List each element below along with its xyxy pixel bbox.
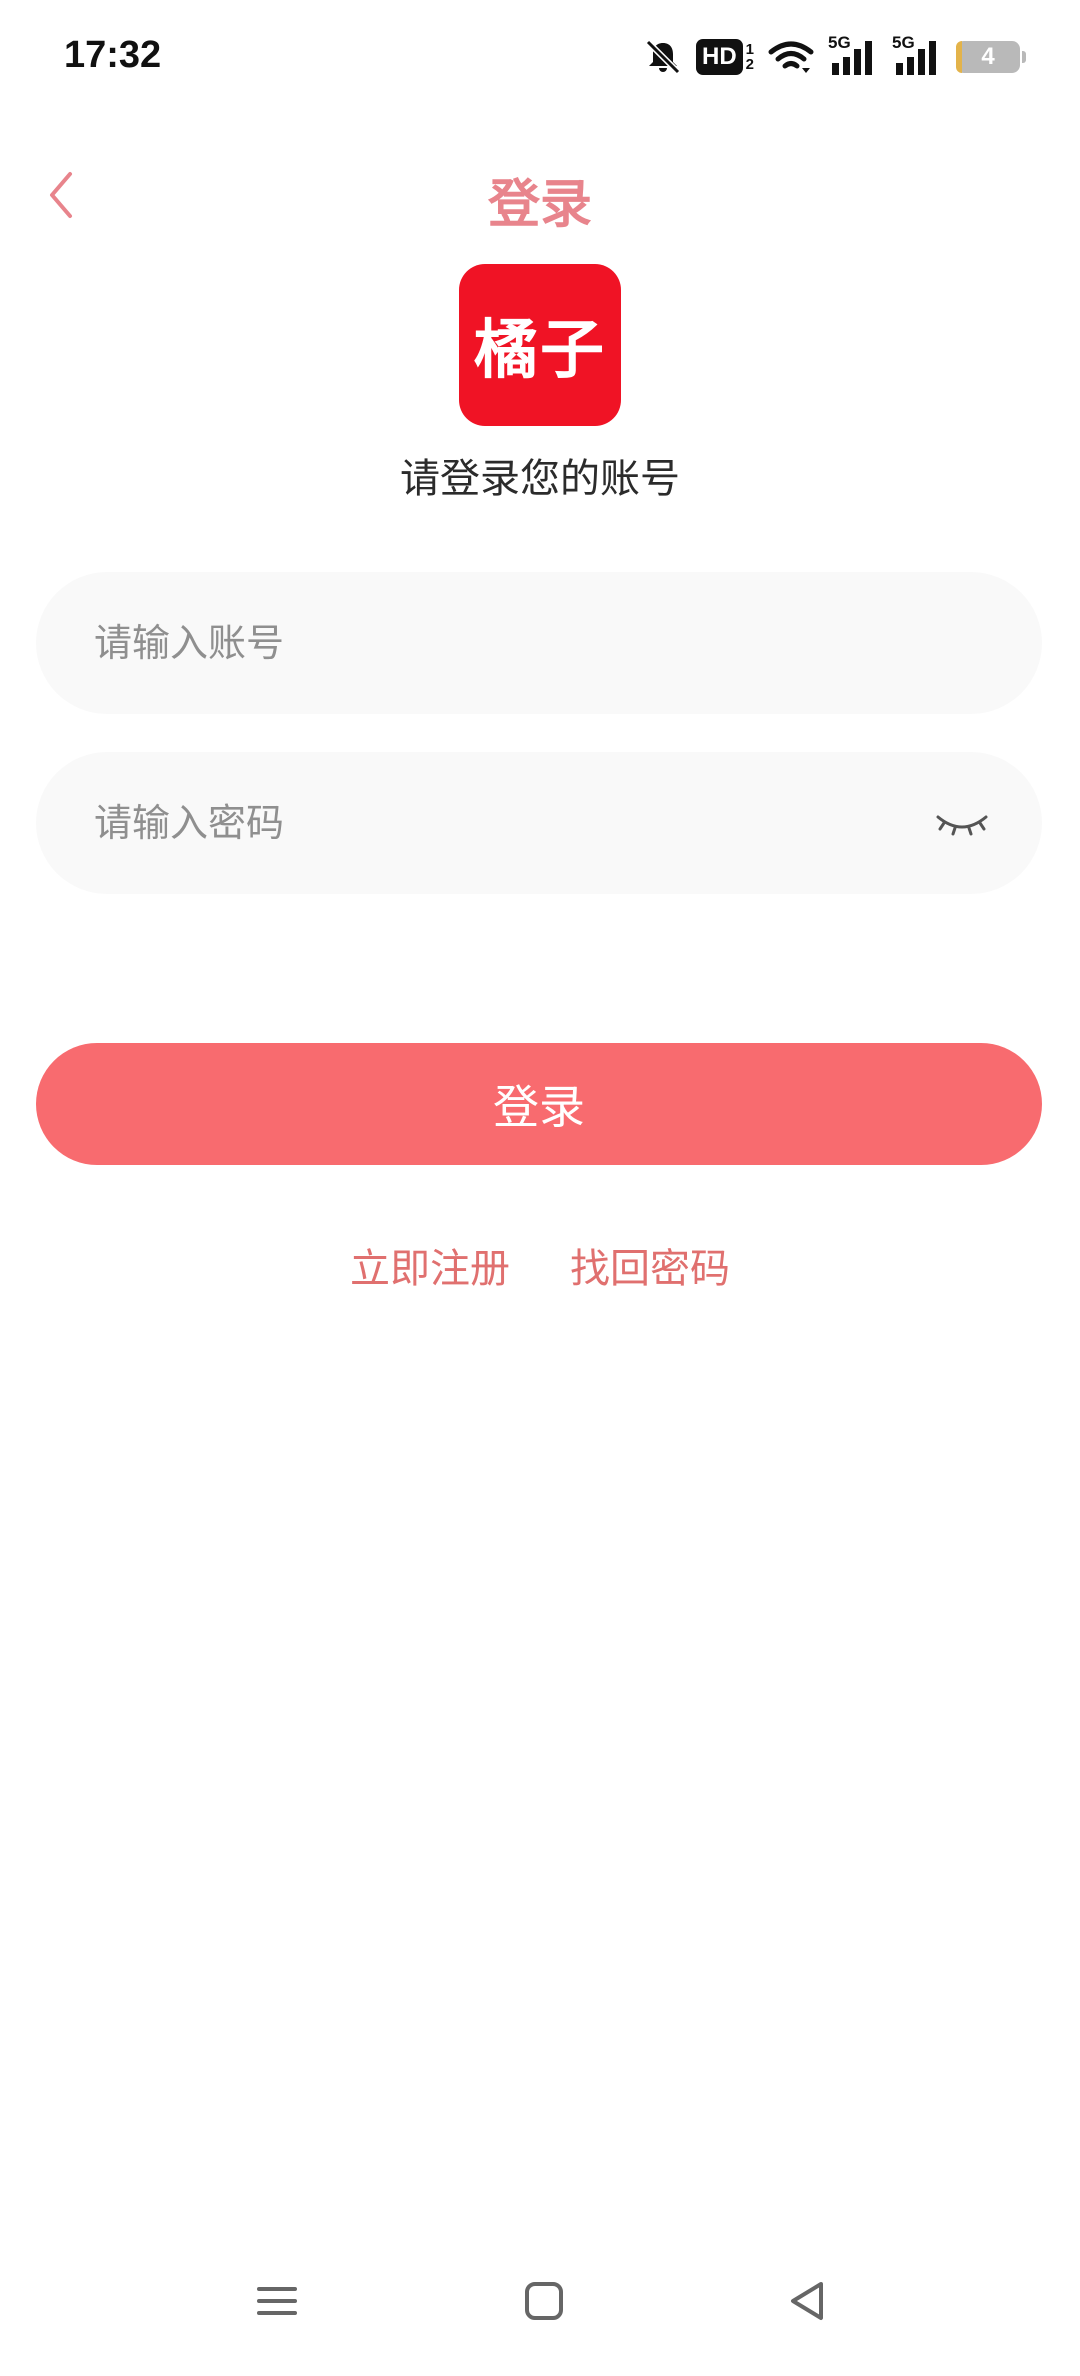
page-title: 登录 xyxy=(487,175,592,235)
hd-sub-top: 1 xyxy=(745,41,754,58)
nav-recents-button[interactable] xyxy=(242,2266,312,2336)
home-icon xyxy=(525,2282,563,2320)
account-field[interactable] xyxy=(36,572,1042,714)
hd-sub-bottom: 2 xyxy=(745,56,754,73)
hd-label: HD xyxy=(695,39,743,75)
hd-icon: HD 1 2 xyxy=(695,39,754,75)
app-logo-text: 橘子 xyxy=(474,314,606,388)
back-triangle-icon xyxy=(791,2282,823,2320)
eye-closed-icon xyxy=(936,815,988,836)
network-label-1: 5G xyxy=(828,33,851,52)
account-input[interactable] xyxy=(94,621,984,665)
signal-5g-icon: 5G xyxy=(828,33,878,77)
menu-icon xyxy=(257,2287,297,2315)
login-button[interactable]: 登录 xyxy=(36,1043,1042,1165)
wifi-icon xyxy=(768,41,814,73)
login-subtitle: 请登录您的账号 xyxy=(400,456,680,502)
battery-icon: 4 xyxy=(956,41,1026,73)
nav-home-button[interactable] xyxy=(509,2266,579,2336)
status-time: 17:32 xyxy=(64,34,162,76)
login-screen: 17:32 HD 1 2 5G 5G 4 登录 橘子 请登录您的账号 请输入账号… xyxy=(0,0,1080,2376)
status-bar: 17:32 HD 1 2 5G 5G 4 xyxy=(0,0,1080,120)
auth-links: 立即注册 找回密码 xyxy=(0,1236,1080,1294)
nav-back-button[interactable] xyxy=(772,2266,842,2336)
password-field[interactable] xyxy=(36,752,1042,894)
status-icons: HD 1 2 5G 5G 4 xyxy=(644,33,1026,80)
register-link[interactable]: 立即注册 xyxy=(350,1236,510,1294)
password-input[interactable] xyxy=(94,801,984,845)
bell-off-icon xyxy=(645,39,681,75)
app-logo: 橘子 xyxy=(459,264,621,426)
password-visibility-toggle[interactable] xyxy=(934,803,990,843)
hd-sub: 1 2 xyxy=(746,42,754,72)
network-label-2: 5G xyxy=(892,33,915,52)
system-nav-bar xyxy=(0,2226,1080,2376)
signal-5g-icon: 5G xyxy=(892,33,942,77)
recover-password-link[interactable]: 找回密码 xyxy=(570,1236,730,1294)
battery-level: 4 xyxy=(981,43,995,70)
